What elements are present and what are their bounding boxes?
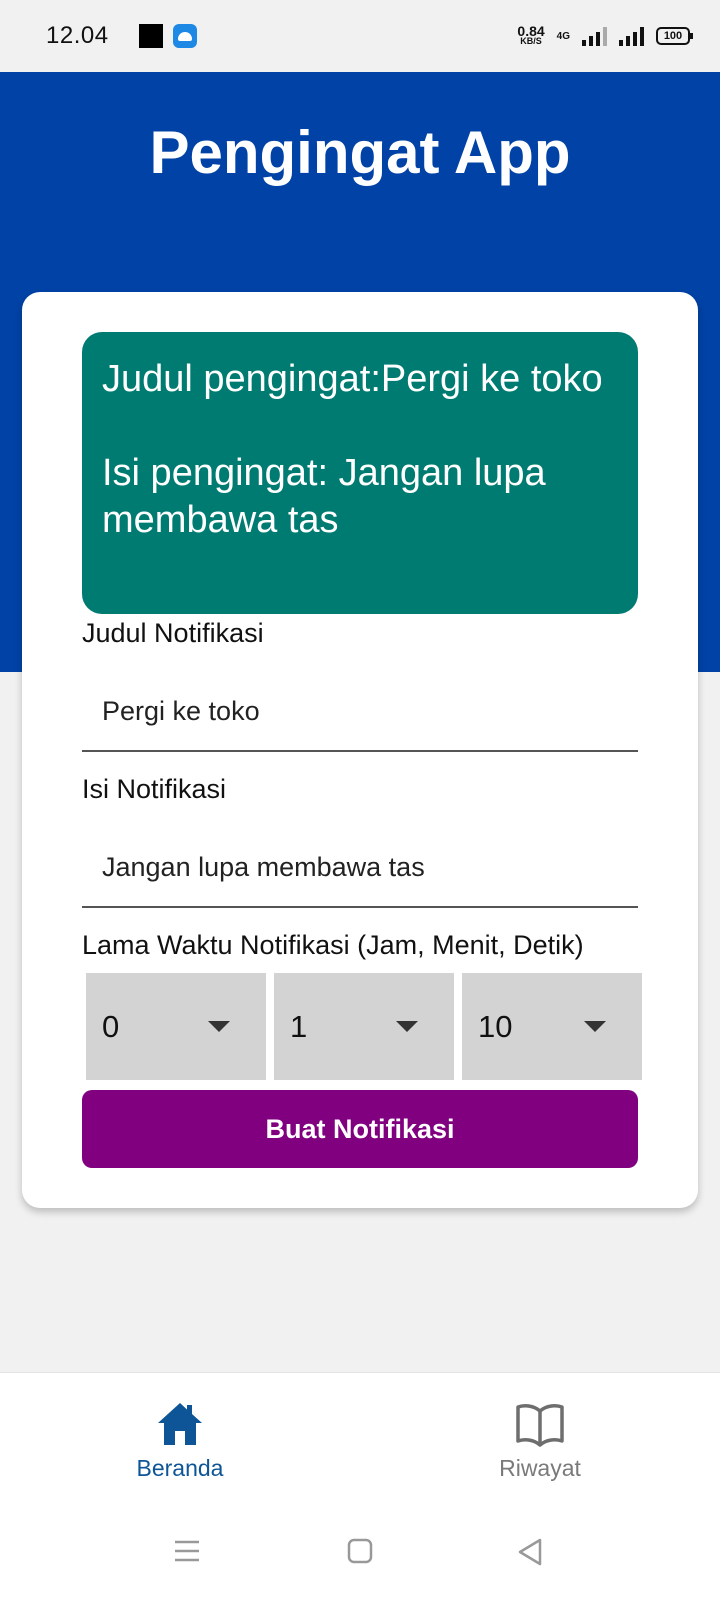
home-square-icon[interactable] <box>347 1538 373 1564</box>
back-icon[interactable] <box>517 1538 543 1566</box>
minutes-dropdown[interactable]: 1 <box>274 973 454 1080</box>
battery-level: 100 <box>663 30 683 42</box>
preview-body: Isi pengingat: Jangan lupa membawa tas <box>102 452 546 541</box>
nav-label-history: Riwayat <box>499 1455 581 1481</box>
system-navigation-bar <box>0 1510 720 1600</box>
title-field-label: Judul Notifikasi <box>82 618 264 648</box>
bottom-navigation: Beranda Riwayat <box>0 1372 720 1510</box>
nav-label-home: Beranda <box>136 1455 224 1481</box>
minutes-value: 1 <box>290 1008 308 1044</box>
android-app-icon <box>172 24 197 48</box>
status-bar: 12.04 0.84 KB/S 4G 100 <box>0 0 720 72</box>
create-notification-button[interactable]: Buat Notifikasi <box>82 1090 638 1168</box>
chevron-down-icon <box>396 1021 418 1032</box>
chevron-down-icon <box>208 1021 230 1032</box>
network-speed-unit: KB/S <box>520 36 542 46</box>
book-icon <box>516 1404 564 1447</box>
status-indicators: 0.84 KB/S 4G 100 <box>517 23 693 46</box>
reminder-preview: Judul pengingat:Pergi ke toko Isi pengin… <box>82 332 638 614</box>
status-time: 12.04 <box>46 22 109 49</box>
nav-item-history[interactable]: Riwayat <box>360 1373 720 1511</box>
seconds-value: 10 <box>478 1008 513 1044</box>
preview-title: Judul pengingat:Pergi ke toko <box>102 358 603 400</box>
hours-dropdown[interactable]: 0 <box>86 973 266 1080</box>
app-title: Pengingat App <box>149 119 571 186</box>
network-speed: 0.84 KB/S <box>517 23 545 46</box>
hours-value: 0 <box>102 1008 120 1044</box>
title-input-value: Pergi ke toko <box>102 695 260 726</box>
body-field-label: Isi Notifikasi <box>82 774 227 804</box>
network-speed-value: 0.84 <box>517 23 545 39</box>
nav-item-home[interactable]: Beranda <box>0 1373 360 1511</box>
seconds-dropdown[interactable]: 10 <box>462 973 642 1080</box>
notification-icon <box>138 24 163 48</box>
body-input-value: Jangan lupa membawa tas <box>102 851 425 882</box>
network-type: 4G <box>556 30 570 42</box>
signal-icon-2 <box>619 26 644 46</box>
signal-icon <box>582 26 607 46</box>
home-icon <box>158 1403 202 1445</box>
title-input[interactable]: Pergi ke toko <box>82 672 638 752</box>
battery-icon: 100 <box>656 27 693 45</box>
chevron-down-icon <box>584 1021 606 1032</box>
duration-label: Lama Waktu Notifikasi (Jam, Menit, Detik… <box>82 930 584 960</box>
body-input[interactable]: Jangan lupa membawa tas <box>82 828 638 908</box>
menu-icon[interactable] <box>174 1538 200 1564</box>
